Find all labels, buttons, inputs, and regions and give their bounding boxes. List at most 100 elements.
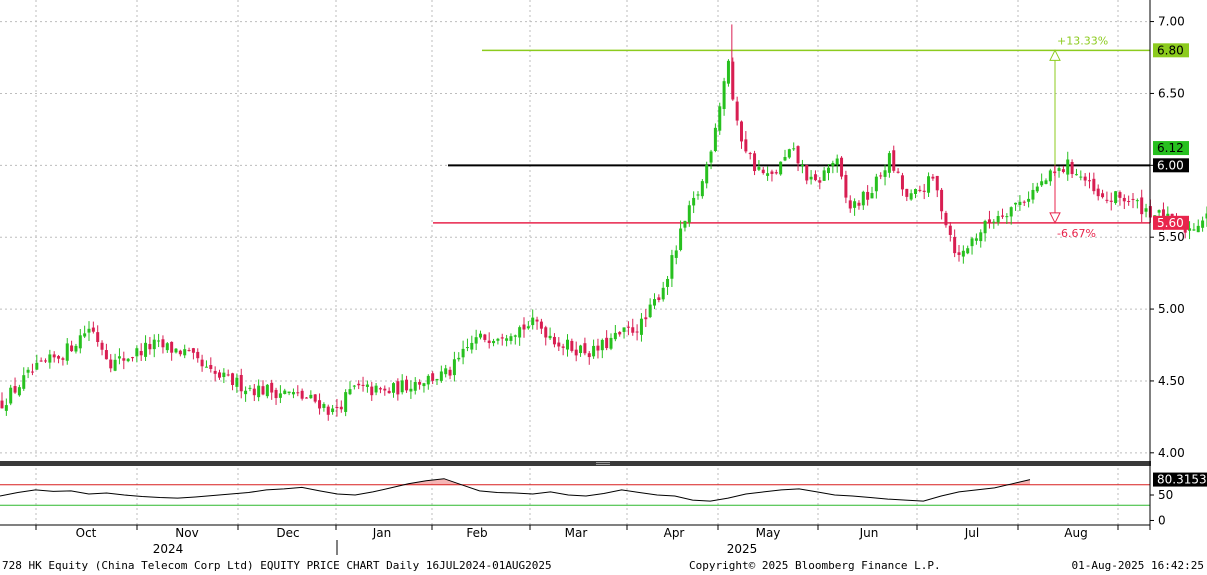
candle-up: [235, 377, 239, 387]
candle-down: [231, 373, 235, 386]
panel-divider-bar: [0, 461, 1151, 466]
x-tick-label: May: [756, 526, 781, 540]
candle-up: [827, 167, 830, 174]
candle-down: [209, 365, 213, 369]
candle-down: [305, 397, 308, 399]
candle-up: [579, 345, 583, 354]
candle-up: [283, 390, 287, 394]
candle-down: [1127, 201, 1131, 203]
candle-up: [1027, 198, 1031, 202]
candle-up: [1040, 181, 1044, 186]
candle-up: [961, 250, 965, 257]
candle-down: [1096, 188, 1100, 197]
candle-down: [1122, 197, 1126, 202]
candle-down: [774, 172, 778, 174]
candle-up: [526, 326, 530, 329]
candle-up: [966, 248, 970, 254]
candle-up: [435, 378, 439, 381]
candle-down: [418, 381, 422, 385]
candle-down: [500, 337, 504, 339]
candle-up: [909, 193, 913, 200]
candle-up: [653, 299, 656, 306]
candle-up: [204, 366, 208, 368]
candle-up: [287, 391, 291, 394]
candle-down: [483, 334, 487, 340]
candle-up: [914, 189, 917, 195]
candle-down: [370, 386, 374, 396]
candle-up: [165, 343, 169, 351]
candle-down: [635, 331, 639, 333]
downside-arrow-head: [1049, 212, 1061, 224]
candle-up: [291, 392, 295, 395]
candle-up: [1074, 174, 1078, 176]
candle-up: [309, 394, 313, 399]
candle-up: [9, 387, 13, 404]
price-chart: +13.33%-6.67% 7.006.506.005.505.004.504.…: [0, 0, 1207, 556]
candle-down: [131, 357, 134, 359]
candle-up: [600, 339, 604, 351]
candle-down: [957, 252, 961, 255]
candle-down: [91, 327, 95, 332]
candle-down: [552, 336, 556, 345]
candle-up: [679, 228, 683, 250]
candle-up: [422, 383, 426, 387]
x-tick-label: Jul: [964, 526, 979, 540]
upside-annotation: +13.33%: [1057, 34, 1108, 47]
candle-up: [509, 336, 513, 341]
candle-up: [861, 191, 865, 206]
candle-down: [900, 175, 904, 190]
candle-down: [618, 331, 622, 335]
candle-up: [461, 348, 465, 358]
x-tick-label: Jan: [372, 526, 392, 540]
candle-up: [174, 348, 178, 353]
candle-up: [374, 385, 378, 393]
candle-up: [700, 181, 704, 197]
candle-down: [931, 176, 935, 179]
candle-up: [1066, 159, 1070, 175]
candle-down: [96, 332, 100, 343]
candle-up: [413, 382, 417, 391]
candle-down: [39, 360, 43, 362]
candle-down: [522, 324, 526, 330]
candle-down: [596, 345, 600, 351]
candle-up: [444, 368, 448, 375]
candle-up: [1035, 186, 1039, 192]
candle-up: [1192, 229, 1196, 231]
candle-down: [431, 373, 435, 381]
candle-down: [918, 189, 922, 191]
candle-down: [848, 200, 852, 209]
candle-down: [813, 174, 817, 181]
rsi-y-tick-label: 0: [1158, 513, 1166, 527]
candle-down: [770, 171, 774, 174]
candle-up: [609, 337, 613, 349]
copyright-text: Copyright© 2025 Bloomberg Finance L.P.: [689, 559, 941, 572]
candle-up: [244, 390, 248, 395]
x-tick-label: Dec: [276, 526, 299, 540]
candle-up: [426, 375, 430, 385]
level-lines: [433, 49, 1150, 224]
candle-up: [1044, 180, 1048, 184]
panel-divider[interactable]: [0, 461, 1151, 466]
annotations: +13.33% -6.67%: [1049, 34, 1108, 240]
y-tick-label: 4.00: [1158, 446, 1185, 460]
candle-down: [605, 337, 609, 349]
candle-up: [457, 357, 461, 360]
candle-down: [1061, 169, 1065, 172]
candle-up: [800, 165, 804, 167]
candle-down: [122, 358, 126, 361]
candle-up: [870, 193, 874, 199]
candle-up: [144, 342, 148, 357]
candle-down: [109, 359, 113, 369]
candle-up: [322, 404, 326, 408]
candle-down: [318, 400, 322, 409]
level-tag-label: 6.00: [1157, 158, 1184, 172]
candle-up: [705, 164, 709, 184]
candle-down: [396, 381, 400, 395]
candle-down: [239, 374, 243, 392]
y-tick-label: 6.50: [1158, 86, 1185, 100]
candle-down: [1092, 178, 1096, 192]
candle-up: [883, 170, 887, 177]
y-tick-label: 7.00: [1158, 15, 1185, 29]
last-price-label: 6.12: [1157, 141, 1184, 155]
candle-up: [35, 362, 39, 370]
